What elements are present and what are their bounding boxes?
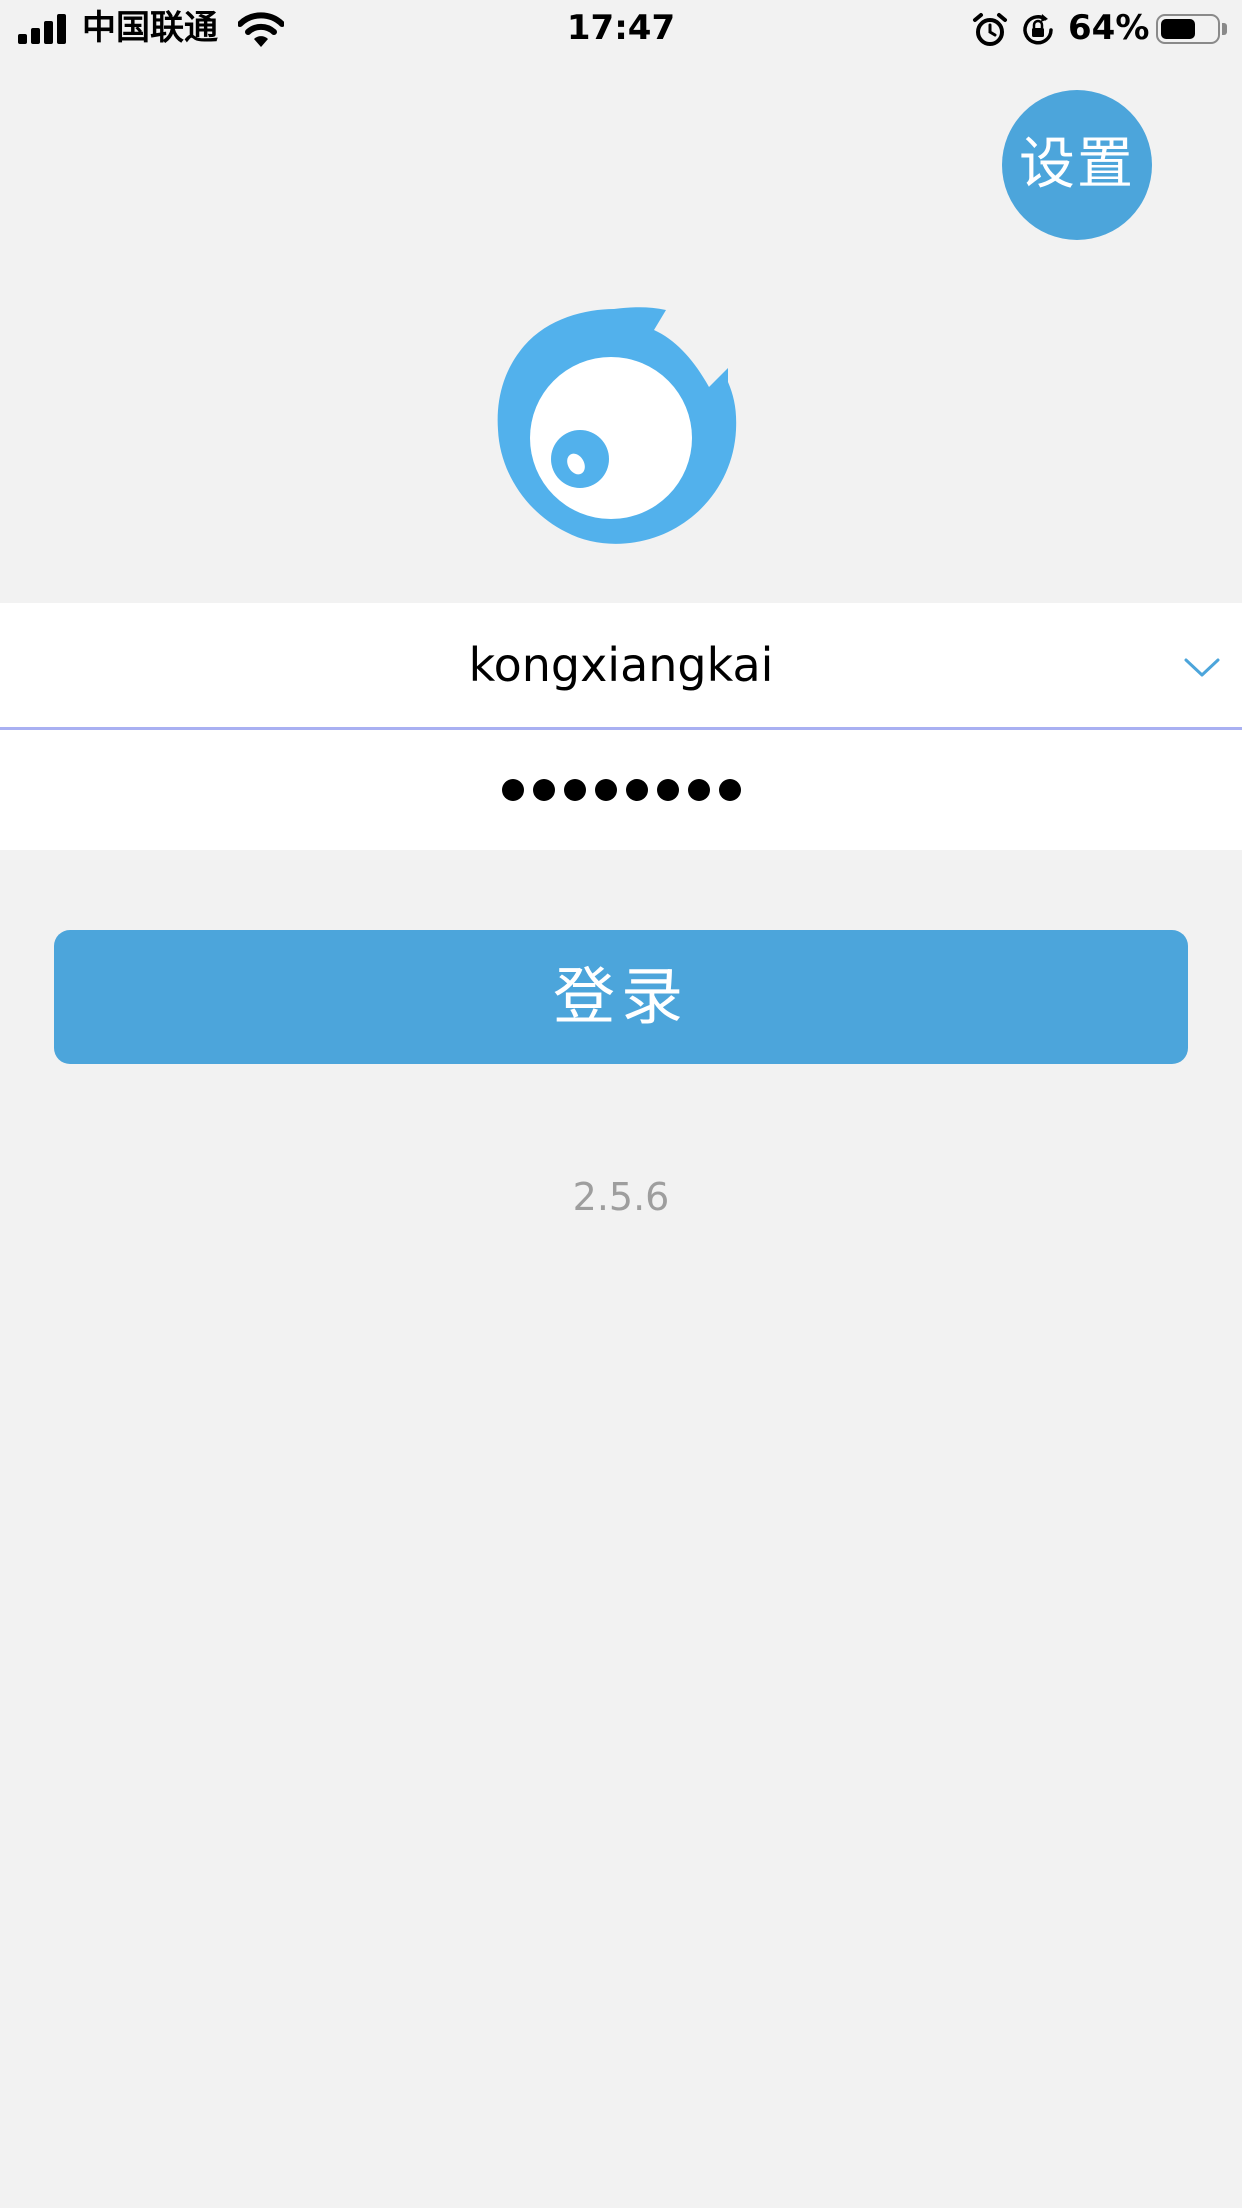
password-dot (563, 779, 586, 801)
battery-terminal (1222, 23, 1227, 35)
app-version: 2.5.6 (572, 1175, 670, 1219)
username-field[interactable]: kongxiangkai (0, 603, 1242, 730)
login-screen: 中国联通 17:47 64% 设置 kongxiangkai 登录 2.5.6 (0, 0, 1242, 2208)
password-dot (687, 779, 710, 801)
password-field[interactable] (0, 730, 1242, 850)
password-dot (625, 779, 648, 801)
battery-level (1161, 19, 1195, 39)
chevron-down-icon[interactable] (1182, 647, 1222, 687)
password-dot (532, 779, 555, 801)
status-bar: 中国联通 17:47 64% (0, 0, 1242, 60)
password-dot (501, 779, 524, 801)
password-dot (656, 779, 679, 801)
password-dot (594, 779, 617, 801)
rotation-lock-icon (1023, 14, 1053, 45)
app-logo (497, 307, 737, 544)
battery-percentage: 64% (1068, 8, 1150, 48)
login-button[interactable]: 登录 (54, 930, 1188, 1064)
settings-button[interactable]: 设置 (1002, 90, 1152, 240)
password-mask (0, 730, 1242, 850)
battery-icon (1156, 14, 1220, 44)
password-dot (718, 779, 741, 801)
username-value: kongxiangkai (468, 638, 774, 692)
alarm-icon (973, 13, 1007, 46)
